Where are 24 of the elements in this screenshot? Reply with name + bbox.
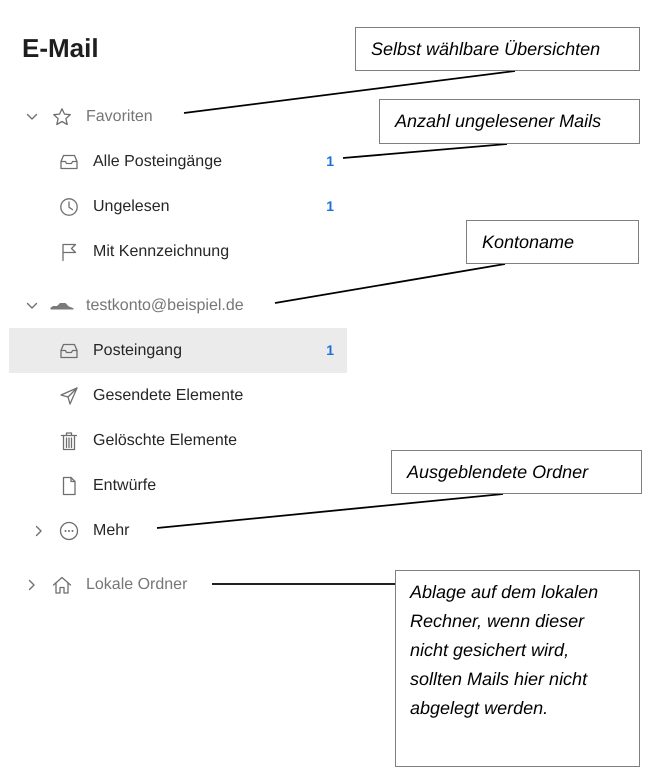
folder-group-row[interactable]: Favoriten xyxy=(9,94,347,139)
paper-plane-icon xyxy=(59,386,79,406)
chevron-down-icon[interactable] xyxy=(26,302,38,310)
chevron-right-icon[interactable] xyxy=(28,578,36,590)
chevron-down-icon[interactable] xyxy=(26,112,38,120)
unread-count: 1 xyxy=(326,152,334,171)
folder-item[interactable]: Posteingang 1 xyxy=(9,328,347,373)
unread-count: 1 xyxy=(326,197,334,216)
chevron-right-icon[interactable] xyxy=(35,524,43,536)
trash-icon xyxy=(59,430,79,450)
callout: Selbst wählbare Übersichten xyxy=(355,27,640,71)
pane-title: E-Mail xyxy=(22,32,99,65)
more-icon xyxy=(59,520,79,540)
callout: Ablage auf dem lokalen Rechner, wenn dieser nicht gesichert wird, sollten Mails hier nicht abgelegt werden. xyxy=(395,570,640,767)
account-row[interactable]: testkonto@beispiel.de xyxy=(9,283,347,328)
account-icon xyxy=(50,302,74,310)
folder-group-row[interactable]: Lokale Ordner xyxy=(9,562,347,607)
unread-count: 1 xyxy=(326,341,334,360)
house-icon xyxy=(52,574,72,594)
clock-icon xyxy=(59,196,79,216)
star-icon xyxy=(52,106,72,126)
callout: Kontoname xyxy=(466,220,639,264)
callout: Anzahl ungelesener Mails xyxy=(379,99,640,144)
callout: Ausgeblendete Ordner xyxy=(391,450,642,494)
